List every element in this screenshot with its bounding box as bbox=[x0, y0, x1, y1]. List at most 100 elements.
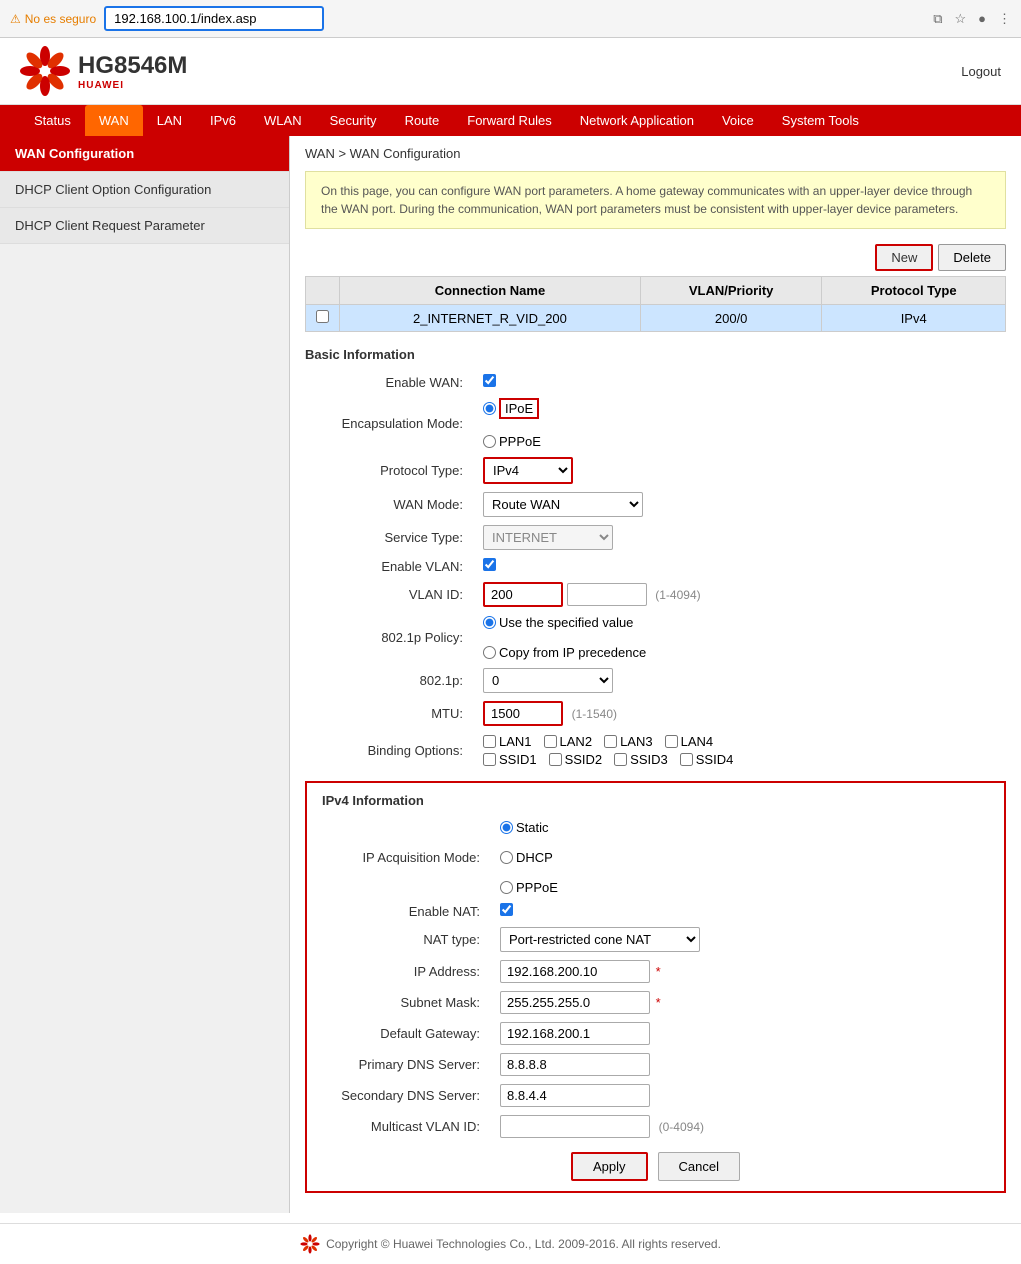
sidebar-item-dhcp-request[interactable]: DHCP Client Request Parameter bbox=[0, 208, 289, 244]
policy-specified-option[interactable]: Use the specified value bbox=[483, 615, 998, 630]
nav-item-ipv6[interactable]: IPv6 bbox=[196, 105, 250, 136]
policy-copy-option[interactable]: Copy from IP precedence bbox=[483, 645, 998, 660]
policy-8021p-select[interactable]: 0 bbox=[483, 668, 613, 693]
service-type-label: Service Type: bbox=[305, 521, 475, 554]
ssid1-checkbox[interactable] bbox=[483, 753, 496, 766]
url-bar[interactable] bbox=[104, 6, 324, 31]
ssid3-label: SSID3 bbox=[630, 752, 668, 767]
subnet-mask-label: Subnet Mask: bbox=[322, 987, 492, 1018]
footer: Copyright © Huawei Technologies Co., Ltd… bbox=[0, 1223, 1021, 1264]
lan3-checkbox[interactable] bbox=[604, 735, 617, 748]
static-radio[interactable] bbox=[500, 821, 513, 834]
wan-mode-select[interactable]: Route WAN bbox=[483, 492, 643, 517]
ip-acq-row: IP Acquisition Mode: Static DHCP bbox=[322, 816, 989, 899]
extension-icon: ⧉ bbox=[933, 11, 942, 27]
apply-button[interactable]: Apply bbox=[571, 1152, 648, 1181]
nav-item-security[interactable]: Security bbox=[316, 105, 391, 136]
lan1-checkbox[interactable] bbox=[483, 735, 496, 748]
multicast-vlan-input[interactable] bbox=[500, 1115, 650, 1138]
mtu-input[interactable] bbox=[483, 701, 563, 726]
nav-item-status[interactable]: Status bbox=[20, 105, 85, 136]
pppoe-option[interactable]: PPPoE bbox=[483, 434, 998, 449]
basic-info-title: Basic Information bbox=[305, 347, 1006, 362]
new-button[interactable]: New bbox=[875, 244, 933, 271]
policy-copy-radio[interactable] bbox=[483, 646, 496, 659]
main-content: WAN > WAN Configuration On this page, yo… bbox=[290, 136, 1021, 1213]
sidebar-item-wan-configuration[interactable]: WAN Configuration bbox=[0, 136, 289, 172]
logout-button[interactable]: Logout bbox=[961, 64, 1001, 79]
ipoe-option[interactable]: IPoE bbox=[483, 398, 998, 419]
header: HG8546M HUAWEI Logout bbox=[0, 38, 1021, 105]
cancel-button[interactable]: Cancel bbox=[658, 1152, 740, 1181]
nav-item-forward-rules[interactable]: Forward Rules bbox=[453, 105, 566, 136]
lan4-option[interactable]: LAN4 bbox=[665, 734, 714, 749]
multicast-vlan-row: Multicast VLAN ID: (0-4094) bbox=[322, 1111, 989, 1142]
wan-mode-label: WAN Mode: bbox=[305, 488, 475, 521]
policy-specified-radio[interactable] bbox=[483, 616, 496, 629]
nav-item-wan[interactable]: WAN bbox=[85, 105, 143, 136]
enable-nat-label: Enable NAT: bbox=[322, 899, 492, 923]
vlan-priority-cell: 200/0 bbox=[640, 305, 822, 332]
pppoe-acq-radio[interactable] bbox=[500, 881, 513, 894]
nav-item-network-application[interactable]: Network Application bbox=[566, 105, 708, 136]
pppoe-acq-option[interactable]: PPPoE bbox=[500, 880, 981, 895]
delete-button[interactable]: Delete bbox=[938, 244, 1006, 271]
ssid1-option[interactable]: SSID1 bbox=[483, 752, 537, 767]
lan3-option[interactable]: LAN3 bbox=[604, 734, 653, 749]
nav-item-wlan[interactable]: WLAN bbox=[250, 105, 316, 136]
wan-mode-row: WAN Mode: Route WAN bbox=[305, 488, 1006, 521]
ssid2-option[interactable]: SSID2 bbox=[549, 752, 603, 767]
binding-row-1: LAN1 LAN2 LAN3 LAN4 bbox=[483, 734, 998, 749]
multicast-vlan-label: Multicast VLAN ID: bbox=[322, 1111, 492, 1142]
warning-icon: ⚠ bbox=[10, 12, 21, 26]
default-gw-label: Default Gateway: bbox=[322, 1018, 492, 1049]
mtu-label: MTU: bbox=[305, 697, 475, 730]
ssid4-option[interactable]: SSID4 bbox=[680, 752, 734, 767]
service-type-select[interactable]: INTERNET bbox=[483, 525, 613, 550]
lan2-checkbox[interactable] bbox=[544, 735, 557, 748]
static-option[interactable]: Static bbox=[500, 820, 981, 835]
nav-item-system-tools[interactable]: System Tools bbox=[768, 105, 873, 136]
lan4-checkbox[interactable] bbox=[665, 735, 678, 748]
vlan-id-secondary-input[interactable] bbox=[567, 583, 647, 606]
secondary-dns-input[interactable] bbox=[500, 1084, 650, 1107]
ssid4-label: SSID4 bbox=[696, 752, 734, 767]
ip-address-input[interactable] bbox=[500, 960, 650, 983]
mtu-hint: (1-1540) bbox=[572, 707, 617, 721]
encap-mode-label: Encapsulation Mode: bbox=[305, 394, 475, 453]
table-row[interactable]: 2_INTERNET_R_VID_200 200/0 IPv4 bbox=[306, 305, 1006, 332]
sidebar-item-dhcp-option[interactable]: DHCP Client Option Configuration bbox=[0, 172, 289, 208]
lan2-option[interactable]: LAN2 bbox=[544, 734, 593, 749]
default-gw-row: Default Gateway: bbox=[322, 1018, 989, 1049]
enable-nat-checkbox[interactable] bbox=[500, 903, 513, 916]
nav-item-route[interactable]: Route bbox=[391, 105, 454, 136]
ssid2-checkbox[interactable] bbox=[549, 753, 562, 766]
security-warning: ⚠ No es seguro bbox=[10, 12, 96, 26]
protocol-type-select[interactable]: IPv4 bbox=[483, 457, 573, 484]
vlan-id-input[interactable] bbox=[483, 582, 563, 607]
dhcp-radio[interactable] bbox=[500, 851, 513, 864]
default-gw-input[interactable] bbox=[500, 1022, 650, 1045]
enable-vlan-checkbox[interactable] bbox=[483, 558, 496, 571]
nav-item-voice[interactable]: Voice bbox=[708, 105, 768, 136]
sidebar: WAN Configuration DHCP Client Option Con… bbox=[0, 136, 290, 1213]
ssid3-checkbox[interactable] bbox=[614, 753, 627, 766]
enable-wan-checkbox[interactable] bbox=[483, 374, 496, 387]
secondary-dns-label: Secondary DNS Server: bbox=[322, 1080, 492, 1111]
lan1-option[interactable]: LAN1 bbox=[483, 734, 532, 749]
ipoe-radio[interactable] bbox=[483, 402, 496, 415]
enable-vlan-label: Enable VLAN: bbox=[305, 554, 475, 578]
mtu-row: MTU: (1-1540) bbox=[305, 697, 1006, 730]
row-checkbox[interactable] bbox=[316, 310, 329, 323]
subnet-mask-input[interactable] bbox=[500, 991, 650, 1014]
connection-name-cell: 2_INTERNET_R_VID_200 bbox=[340, 305, 641, 332]
nav-item-lan[interactable]: LAN bbox=[143, 105, 196, 136]
ssid3-option[interactable]: SSID3 bbox=[614, 752, 668, 767]
primary-dns-input[interactable] bbox=[500, 1053, 650, 1076]
table-header-protocol-type: Protocol Type bbox=[822, 277, 1006, 305]
dhcp-option[interactable]: DHCP bbox=[500, 850, 981, 865]
nat-type-select[interactable]: Port-restricted cone NAT bbox=[500, 927, 700, 952]
ssid4-checkbox[interactable] bbox=[680, 753, 693, 766]
policy-label: 802.1p Policy: bbox=[305, 611, 475, 664]
pppoe-radio[interactable] bbox=[483, 435, 496, 448]
